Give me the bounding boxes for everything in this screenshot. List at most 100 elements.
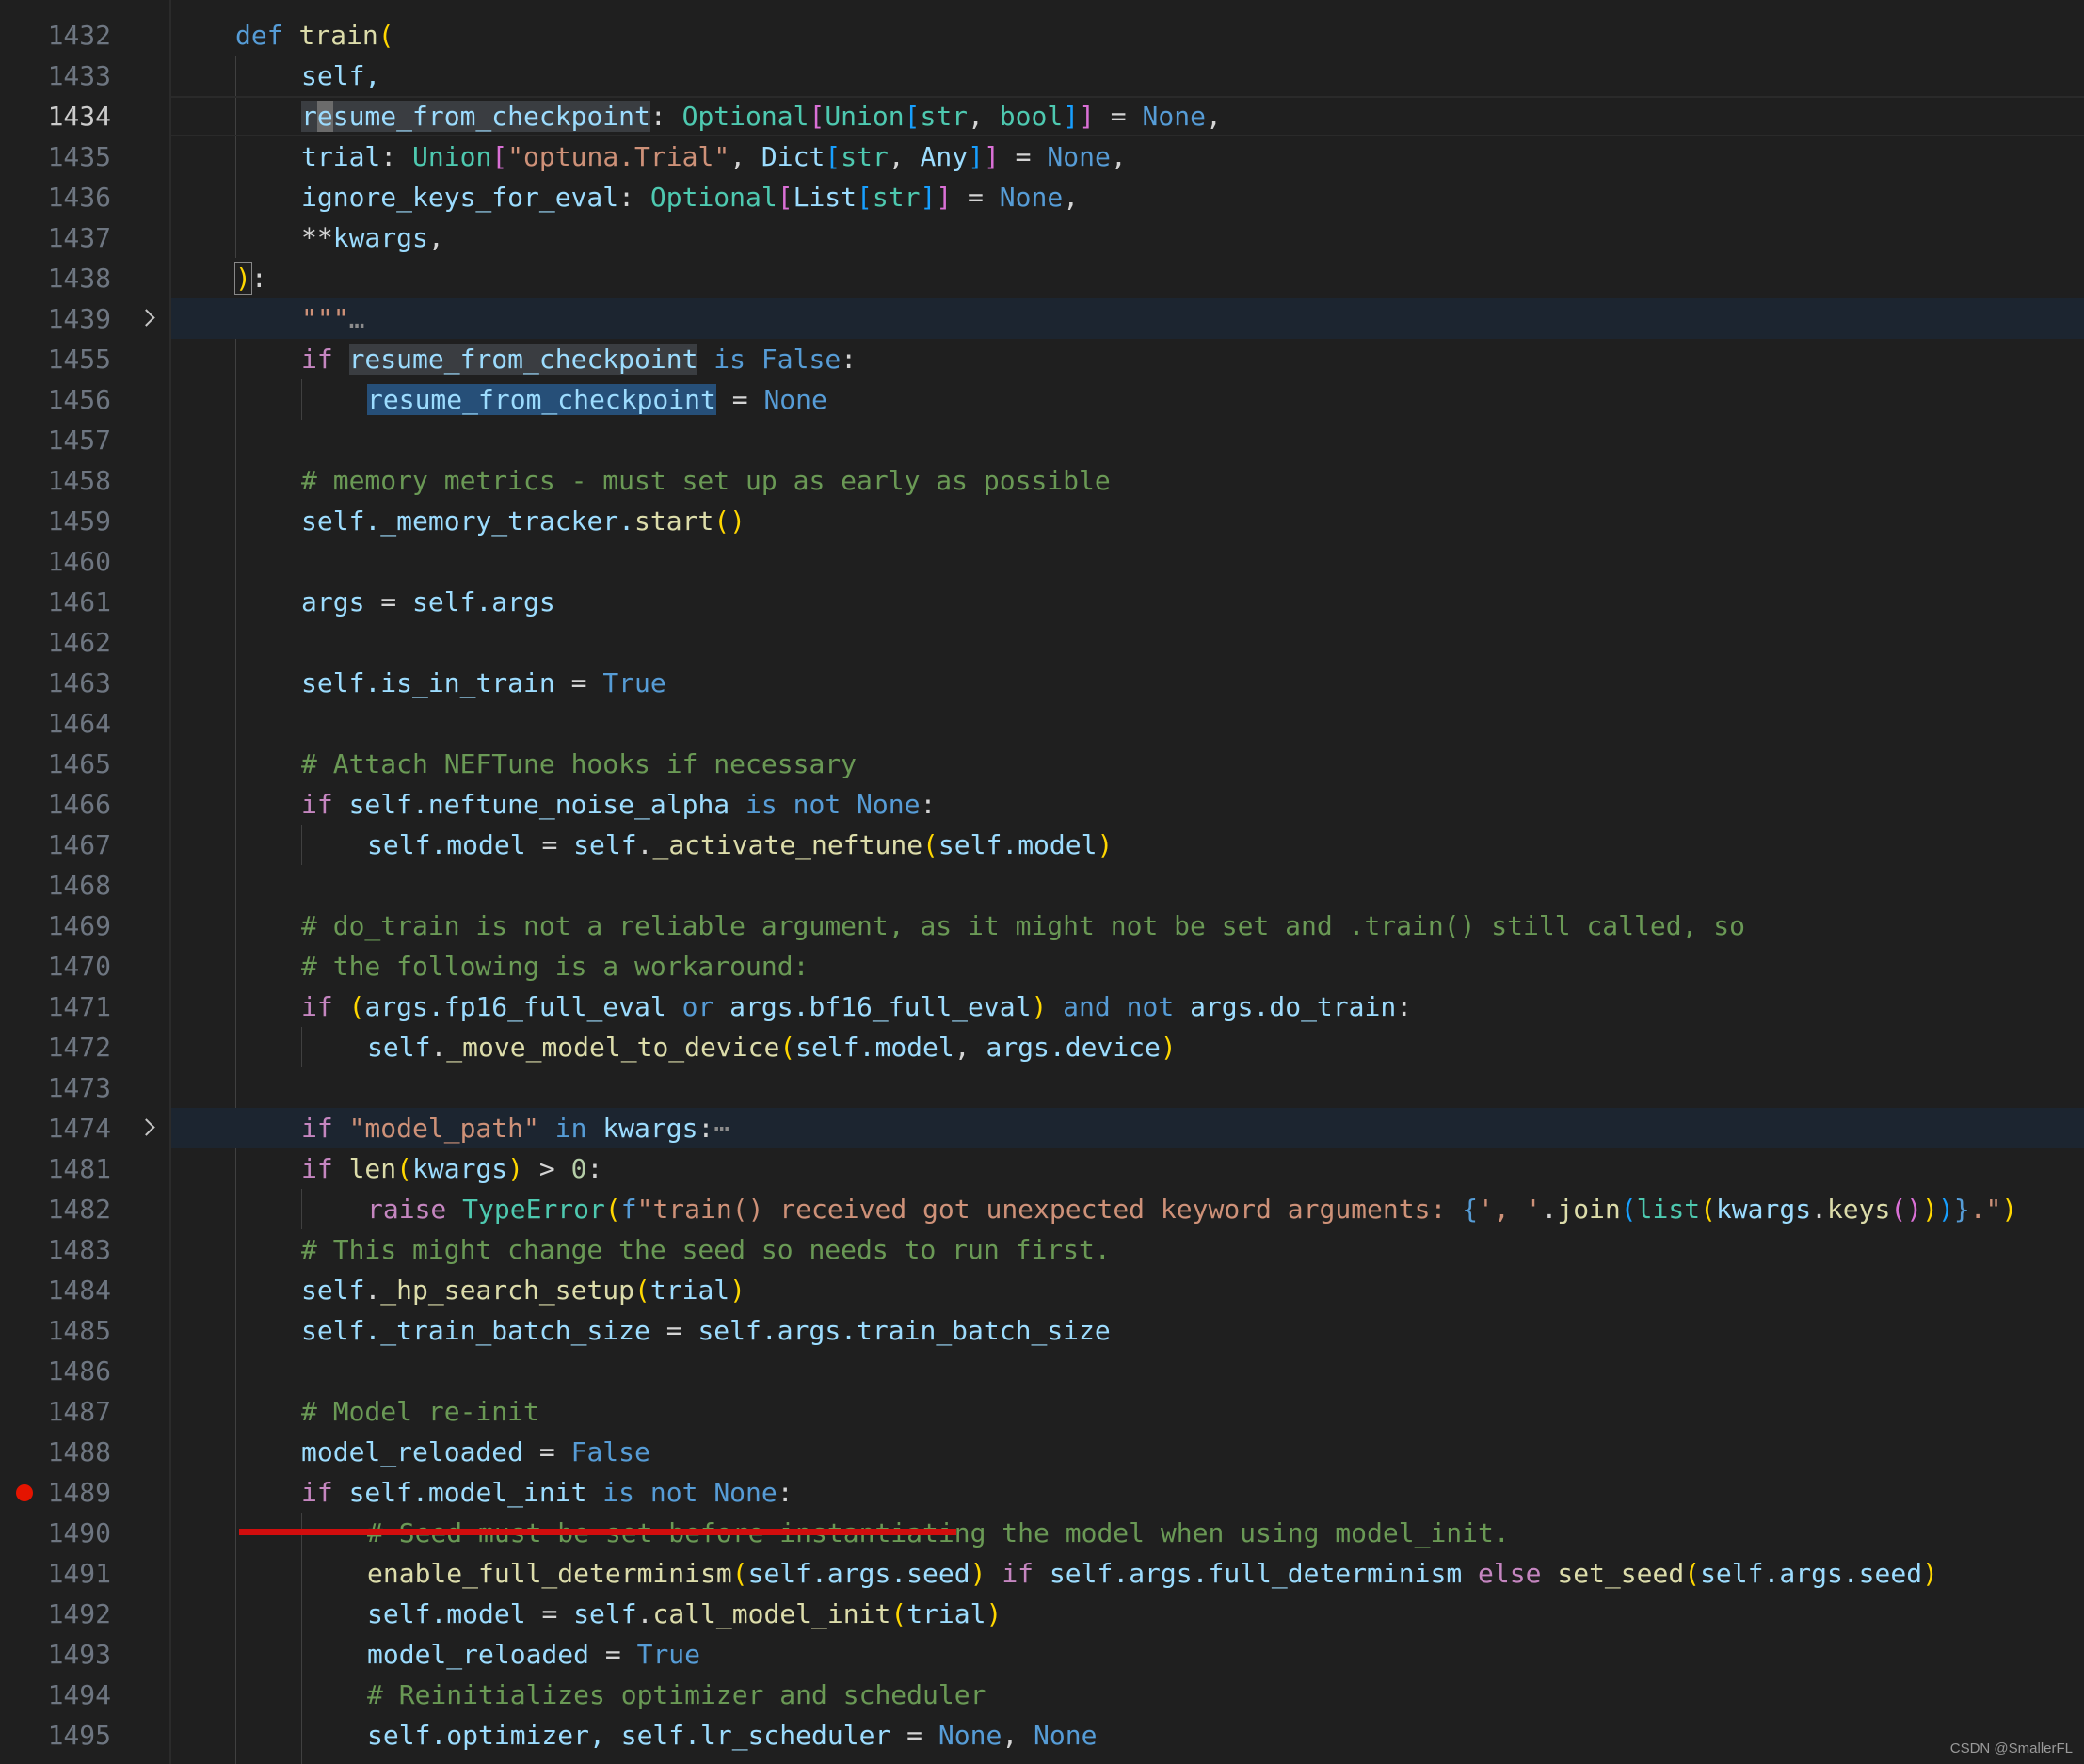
comment: # Attach NEFTune hooks if necessary: [301, 748, 858, 779]
code-line[interactable]: **kwargs,: [171, 217, 2084, 258]
bracket: (: [779, 1032, 796, 1063]
code-line[interactable]: args = self.args: [171, 582, 2084, 622]
code-line[interactable]: # Attach NEFTune hooks if necessary: [171, 744, 2084, 784]
line-number: 1456: [47, 384, 111, 415]
bracket: ): [1922, 1194, 1938, 1225]
constant: None: [1034, 1720, 1098, 1751]
line-number: 1484: [47, 1275, 111, 1306]
code-line-current[interactable]: resume_from_checkpoint: Optional[Union[s…: [171, 96, 2084, 136]
code-line[interactable]: if len(kwargs) > 0:: [171, 1148, 2084, 1189]
fold-ellipsis[interactable]: ⋯: [713, 1113, 729, 1144]
punct: ,: [1205, 101, 1222, 132]
code-line[interactable]: # do_train is not a reliable argument, a…: [171, 906, 2084, 946]
comment: # memory metrics - must set up as early …: [301, 465, 1111, 496]
line-number: 1458: [47, 465, 111, 496]
code-line[interactable]: # the following is a workaround:: [171, 946, 2084, 986]
code-line[interactable]: enable_full_determinism(self.args.seed) …: [171, 1553, 2084, 1594]
gutter-line: 1436: [0, 177, 169, 217]
keyword: not: [1126, 991, 1191, 1022]
bracket: ): [986, 1598, 1002, 1629]
code-line[interactable]: def train(: [171, 15, 2084, 56]
gutter-line: 1469: [0, 906, 169, 946]
bracket: (: [1700, 1194, 1716, 1225]
bracket: (: [332, 991, 365, 1022]
code-line[interactable]: raise TypeError(f"train() received got u…: [171, 1189, 2084, 1229]
line-number: 1491: [47, 1558, 111, 1589]
code-line[interactable]: ignore_keys_for_eval: Optional[List[str]…: [171, 177, 2084, 217]
fold-expand-icon[interactable]: [136, 298, 157, 339]
bracket: [: [857, 182, 873, 213]
operator: =: [525, 829, 574, 860]
keyword: or: [665, 991, 730, 1022]
operator: =: [523, 1436, 571, 1467]
code-line[interactable]: self.model = self._activate_neftune(self…: [171, 825, 2084, 865]
code-line[interactable]: if (args.fp16_full_eval or args.bf16_ful…: [171, 986, 2084, 1027]
code-line[interactable]: ):: [171, 258, 2084, 298]
operator: =: [589, 1639, 637, 1670]
gutter-line: 1494: [0, 1675, 169, 1715]
function-call: call_model_init: [652, 1598, 891, 1629]
line-number: 1467: [47, 829, 111, 860]
fold-ellipsis[interactable]: …: [349, 303, 365, 334]
code-line[interactable]: self._train_batch_size = self.args.train…: [171, 1310, 2084, 1351]
code-line[interactable]: self,: [171, 56, 2084, 96]
gutter-line: 1437: [0, 217, 169, 258]
code-line[interactable]: model_reloaded = False: [171, 1432, 2084, 1472]
code-line[interactable]: self.optimizer, self.lr_scheduler = None…: [171, 1715, 2084, 1756]
fold-expand-icon[interactable]: [136, 1108, 157, 1148]
punct: :: [380, 141, 413, 172]
code-line[interactable]: resume_from_checkpoint = None: [171, 379, 2084, 420]
code-area[interactable]: def train( self, resume_from_checkpoint:…: [171, 0, 2084, 1764]
code-line[interactable]: self.is_in_train = True: [171, 663, 2084, 703]
variable: self: [301, 1275, 365, 1306]
code-line[interactable]: self._memory_tracker.start(): [171, 501, 2084, 541]
type: bool: [999, 101, 1064, 132]
operator: =: [715, 384, 764, 415]
variable: self: [332, 1477, 413, 1508]
variable: self.args.full_determinism: [1049, 1558, 1463, 1589]
gutter-line: 1483: [0, 1229, 169, 1270]
gutter-line: 1485: [0, 1310, 169, 1351]
punct: ,: [427, 222, 444, 253]
code-line[interactable]: # This might change the seed so needs to…: [171, 1229, 2084, 1270]
punct: .: [636, 1598, 653, 1629]
line-number: 1493: [47, 1639, 111, 1670]
constant: False: [570, 1436, 650, 1467]
line-number-gutter[interactable]: 1432 1433 1434 1435 1436 1437 1438 1439 …: [0, 0, 171, 1764]
function-call: list: [1636, 1194, 1701, 1225]
gutter-line: 1439: [0, 298, 169, 339]
code-line[interactable]: # Model re-init: [171, 1391, 2084, 1432]
punct: .: [364, 1275, 381, 1306]
constant: None: [857, 789, 921, 820]
docstring: """: [301, 303, 349, 334]
code-editor[interactable]: 1432 1433 1434 1435 1436 1437 1438 1439 …: [0, 0, 2084, 1764]
line-number: 1437: [47, 222, 111, 253]
punct: .: [430, 1032, 447, 1063]
code-line[interactable]: trial: Union["optuna.Trial", Dict[str, A…: [171, 136, 2084, 177]
code-line[interactable]: if self.neftune_noise_alpha is not None:: [171, 784, 2084, 825]
comment: # Reinitializes optimizer and scheduler: [367, 1679, 986, 1710]
code-line-folded[interactable]: if "model_path" in kwargs:⋯: [171, 1108, 2084, 1148]
code-line[interactable]: self._move_model_to_device(self.model, a…: [171, 1027, 2084, 1067]
gutter-line: 1482: [0, 1189, 169, 1229]
code-line[interactable]: if self.model_init is not None:: [171, 1472, 2084, 1513]
code-line[interactable]: self._hp_search_setup(trial): [171, 1270, 2084, 1310]
variable: self.optimizer, self.lr_scheduler: [367, 1720, 891, 1751]
type: Union: [825, 101, 905, 132]
variable: self: [301, 1315, 365, 1346]
code-line[interactable]: self.model = self.call_model_init(trial): [171, 1594, 2084, 1634]
code-line-folded[interactable]: """…: [171, 298, 2084, 339]
code-line[interactable]: if resume_from_checkpoint is False:: [171, 339, 2084, 379]
code-line[interactable]: # Reinitializes optimizer and scheduler: [171, 1675, 2084, 1715]
variable-highlight: resume_from_checkpoint: [348, 344, 698, 375]
code-line[interactable]: # memory metrics - must set up as early …: [171, 460, 2084, 501]
punct: ,: [1110, 141, 1127, 172]
gutter-line: 1474: [0, 1108, 169, 1148]
keyword: if: [301, 1113, 333, 1144]
variable: self: [573, 1598, 637, 1629]
code-line[interactable]: model_reloaded = True: [171, 1634, 2084, 1675]
type: Any: [920, 141, 969, 172]
operator: =: [554, 667, 603, 698]
line-number: 1495: [47, 1720, 111, 1751]
punct: :: [586, 1153, 603, 1184]
